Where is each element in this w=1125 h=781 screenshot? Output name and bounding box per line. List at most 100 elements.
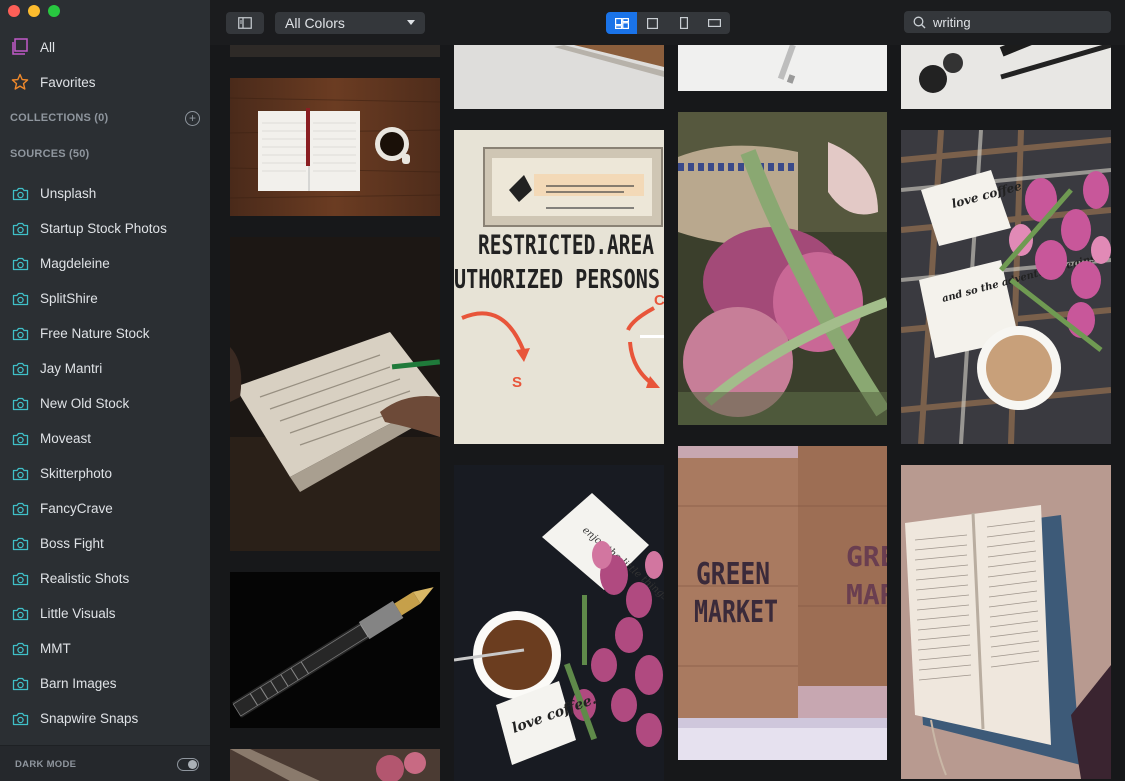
sidebar-source-label: Free Nature Stock [40, 326, 150, 341]
photo-thumbnail[interactable] [678, 45, 887, 91]
camera-icon [12, 642, 29, 655]
masonry-grid-icon [614, 17, 629, 29]
sidebar-source-item[interactable]: Jay Mantri [0, 351, 210, 386]
sign-text-line2: UTHORIZED PERSONS [454, 265, 660, 295]
photo-thumbnail[interactable] [678, 112, 887, 425]
sidebar-item-favorites[interactable]: Favorites [10, 70, 96, 94]
camera-icon [12, 537, 29, 550]
sidebar-source-item[interactable]: Magdeleine [0, 246, 210, 281]
sidebar-source-label: Snapwire Snaps [40, 711, 139, 726]
view-masonry-button[interactable] [606, 12, 637, 34]
sidebar-source-item[interactable]: Boss Fight [0, 526, 210, 561]
sidebar-item-label: Favorites [40, 74, 96, 90]
photo-thumbnail[interactable] [901, 465, 1111, 779]
dark-mode-bar: DARK MODE [0, 745, 210, 781]
sidebar-source-label: Skitterphoto [40, 466, 113, 481]
sidebar-source-label: Boss Fight [40, 536, 104, 551]
search-icon [913, 16, 926, 28]
square-icon [647, 17, 658, 29]
crate-text: GREEN [696, 557, 770, 592]
sidebar-source-item[interactable]: Little Visuals [0, 596, 210, 631]
photo-thumbnail[interactable] [230, 572, 440, 728]
sidebar-source-item[interactable]: Unsplash [0, 176, 210, 211]
search-input[interactable] [933, 14, 1093, 30]
photo-thumbnail[interactable]: enjoy the little things love coffee. [454, 465, 664, 781]
sidebar-source-label: Barn Images [40, 676, 117, 691]
close-window-button[interactable] [8, 5, 20, 17]
sidebar-source-label: Magdeleine [40, 256, 110, 271]
all-photos-icon [10, 37, 30, 57]
sidebar-source-label: FancyCrave [40, 501, 113, 516]
sidebar-item-all[interactable]: All [10, 35, 55, 59]
camera-icon [12, 712, 29, 725]
dark-mode-label: DARK MODE [15, 759, 77, 770]
sidebar-source-item[interactable]: Startup Stock Photos [0, 211, 210, 246]
window-controls [8, 5, 60, 17]
sign-text-line1: RESTRICTED.AREA [478, 230, 654, 261]
photo-thumbnail[interactable]: GREEN MARKET GRE MAR [678, 446, 887, 760]
camera-icon [12, 572, 29, 585]
sidebar-source-label: Startup Stock Photos [40, 221, 167, 236]
sidebar-source-label: SplitShire [40, 291, 98, 306]
sidebar-source-label: Realistic Shots [40, 571, 130, 586]
camera-icon [12, 502, 29, 515]
svg-text:S: S [512, 374, 522, 391]
photo-thumbnail[interactable]: love coffee and so the adventure begins [901, 130, 1111, 444]
photo-thumbnail[interactable] [901, 45, 1111, 109]
photo-thumbnail[interactable] [230, 749, 440, 781]
sidebar-source-item[interactable]: Free Nature Stock [0, 316, 210, 351]
sidebar-source-item[interactable]: New Old Stock [0, 386, 210, 421]
sources-list: Unsplash Startup Stock Photos Magdeleine Sp… [0, 176, 210, 746]
photo-thumbnail[interactable] [230, 45, 440, 57]
sidebar-source-label: MMT [40, 641, 71, 656]
sidebar-source-label: Little Visuals [40, 606, 116, 621]
camera-icon [12, 222, 29, 235]
view-portrait-button[interactable] [668, 12, 699, 34]
sidebar-source-item[interactable]: Moveast [0, 421, 210, 456]
sidebar-item-label: All [40, 39, 56, 55]
add-collection-button[interactable]: + [185, 111, 200, 126]
collections-header: COLLECTIONS (0) [10, 112, 109, 124]
view-square-button[interactable] [637, 12, 668, 34]
minimize-window-button[interactable] [28, 5, 40, 17]
photo-thumbnail[interactable] [230, 78, 440, 216]
star-icon [10, 72, 30, 92]
dark-mode-toggle[interactable] [177, 758, 199, 771]
camera-icon [12, 677, 29, 690]
sidebar-source-item[interactable]: SplitShire [0, 281, 210, 316]
toggle-sidebar-button[interactable] [226, 12, 264, 34]
view-mode-group [606, 12, 730, 34]
camera-icon [12, 467, 29, 480]
camera-icon [12, 257, 29, 270]
camera-icon [12, 362, 29, 375]
photo-thumbnail[interactable]: RESTRICTED.AREA UTHORIZED PERSONS S C [454, 130, 664, 444]
color-filter-value: All Colors [285, 15, 345, 31]
sidebar-source-item[interactable]: Skitterphoto [0, 456, 210, 491]
photo-thumbnail[interactable] [230, 237, 440, 551]
search-box[interactable] [904, 11, 1111, 33]
camera-icon [12, 607, 29, 620]
landscape-icon [708, 19, 721, 27]
zoom-window-button[interactable] [48, 5, 60, 17]
crate-text: MARKET [694, 595, 778, 630]
crate-text: MAR [846, 578, 887, 611]
sidebar-source-item[interactable]: Snapwire Snaps [0, 701, 210, 736]
sidebar-source-item[interactable]: Barn Images [0, 666, 210, 701]
sources-header: SOURCES (50) [10, 148, 90, 160]
sidebar-source-label: Jay Mantri [40, 361, 103, 376]
camera-icon [12, 292, 29, 305]
crate-text: GRE [846, 540, 887, 573]
toolbar: All Colors [210, 0, 1125, 45]
sidebar-source-item[interactable]: Realistic Shots [0, 561, 210, 596]
chevron-down-icon [407, 20, 415, 25]
sidebar: All Favorites COLLECTIONS (0) + SOURCES … [0, 0, 210, 781]
svg-text:C: C [654, 292, 664, 309]
sidebar-source-item[interactable]: FancyCrave [0, 491, 210, 526]
photo-thumbnail[interactable] [454, 45, 664, 109]
camera-icon [12, 327, 29, 340]
sidebar-source-label: Moveast [40, 431, 92, 446]
view-landscape-button[interactable] [699, 12, 730, 34]
sidebar-source-item[interactable]: MMT [0, 631, 210, 666]
color-filter-select[interactable]: All Colors [275, 12, 425, 34]
camera-icon [12, 397, 29, 410]
